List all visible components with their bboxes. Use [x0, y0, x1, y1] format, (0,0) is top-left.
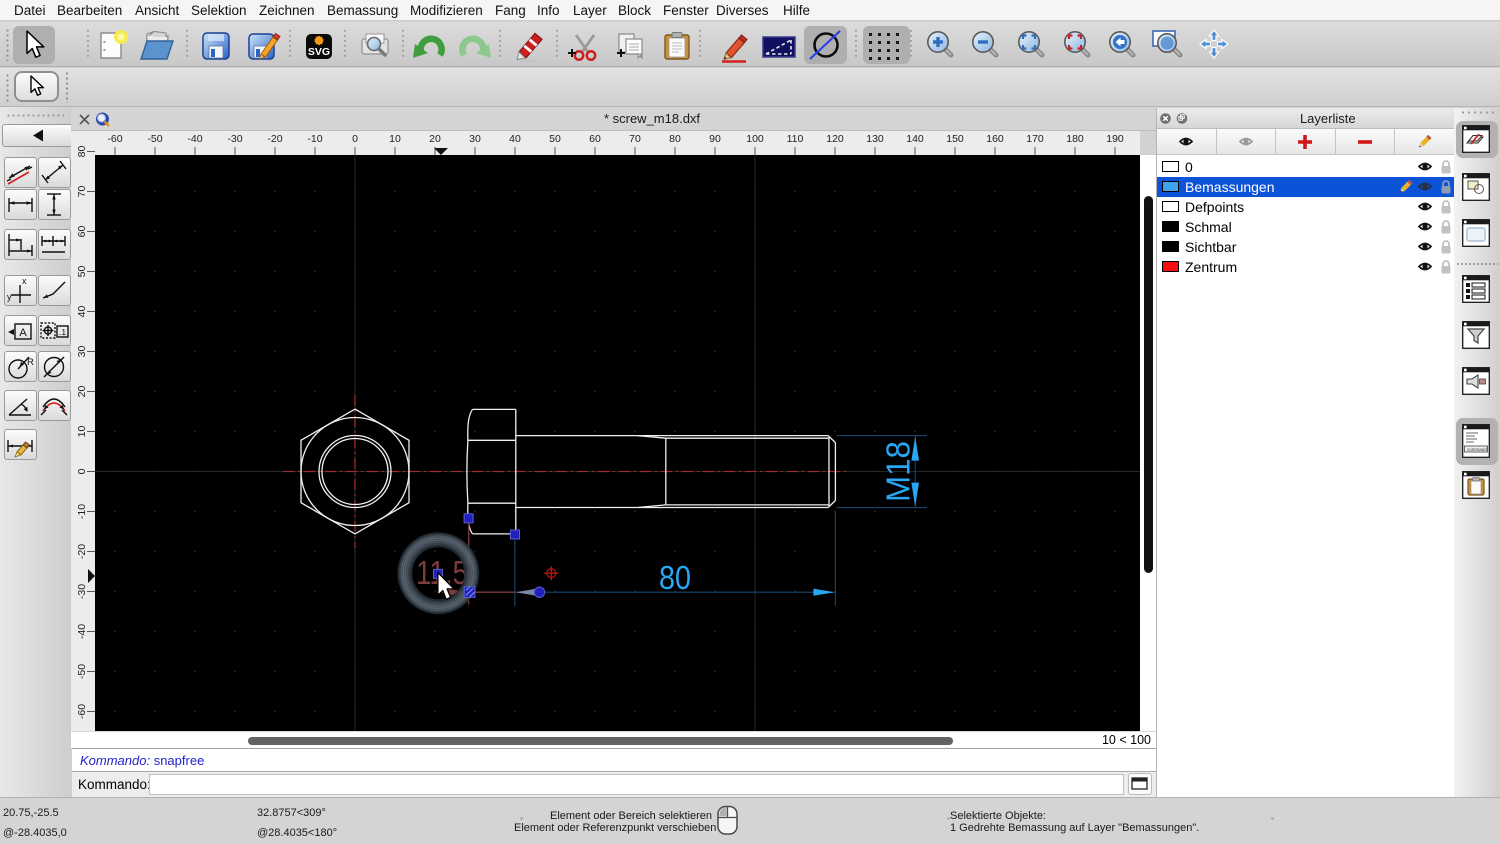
svg-text:150: 150 [946, 133, 964, 145]
svg-text:130: 130 [866, 133, 884, 145]
svg-text:0: 0 [352, 133, 358, 145]
svg-text:80: 80 [669, 133, 681, 145]
svg-text:10: 10 [76, 426, 88, 438]
svg-text:-60: -60 [76, 704, 88, 719]
svg-text:-50: -50 [147, 133, 162, 145]
svg-text:140: 140 [906, 133, 924, 145]
svg-text:-40: -40 [187, 133, 202, 145]
svg-text:30: 30 [469, 133, 481, 145]
svg-text:40: 40 [76, 306, 88, 318]
svg-text:60: 60 [589, 133, 601, 145]
svg-text:0: 0 [76, 468, 88, 474]
svg-text:90: 90 [709, 133, 721, 145]
svg-text:190: 190 [1106, 133, 1124, 145]
svg-text:70: 70 [629, 133, 641, 145]
svg-text:10: 10 [389, 133, 401, 145]
svg-text:.1: .1 [59, 327, 66, 337]
svg-text:command: command [1467, 447, 1487, 452]
svg-text:40: 40 [509, 133, 521, 145]
svg-text:180: 180 [1066, 133, 1084, 145]
svg-text:-20: -20 [76, 544, 88, 559]
svg-text:-60: -60 [107, 133, 122, 145]
svg-text:y: y [7, 292, 12, 302]
svg-text:-20: -20 [267, 133, 282, 145]
svg-text:-10: -10 [76, 504, 88, 519]
svg-text:-30: -30 [227, 133, 242, 145]
svg-text:170: 170 [1026, 133, 1044, 145]
svg-text:R: R [27, 357, 34, 368]
svg-text:20: 20 [76, 386, 88, 398]
svg-text:80: 80 [659, 559, 691, 596]
svg-text:-40: -40 [76, 624, 88, 639]
svg-text:110: 110 [787, 133, 804, 145]
svg-text:-10: -10 [307, 133, 322, 145]
svg-text:A: A [19, 327, 27, 339]
svg-text:x: x [22, 276, 27, 286]
svg-text:-30: -30 [76, 584, 88, 599]
svg-text:100: 100 [746, 133, 764, 145]
svg-text:120: 120 [826, 133, 844, 145]
svg-text:20: 20 [429, 133, 441, 145]
svg-text:160: 160 [986, 133, 1004, 145]
svg-text:50: 50 [76, 266, 88, 278]
svg-text:60: 60 [76, 226, 88, 238]
svg-text:-50: -50 [76, 664, 88, 679]
svg-text:80: 80 [76, 146, 88, 158]
svg-text:30: 30 [76, 346, 88, 358]
svg-text:70: 70 [76, 186, 88, 198]
svg-text:50: 50 [549, 133, 561, 145]
svg-text:M18: M18 [880, 441, 917, 502]
